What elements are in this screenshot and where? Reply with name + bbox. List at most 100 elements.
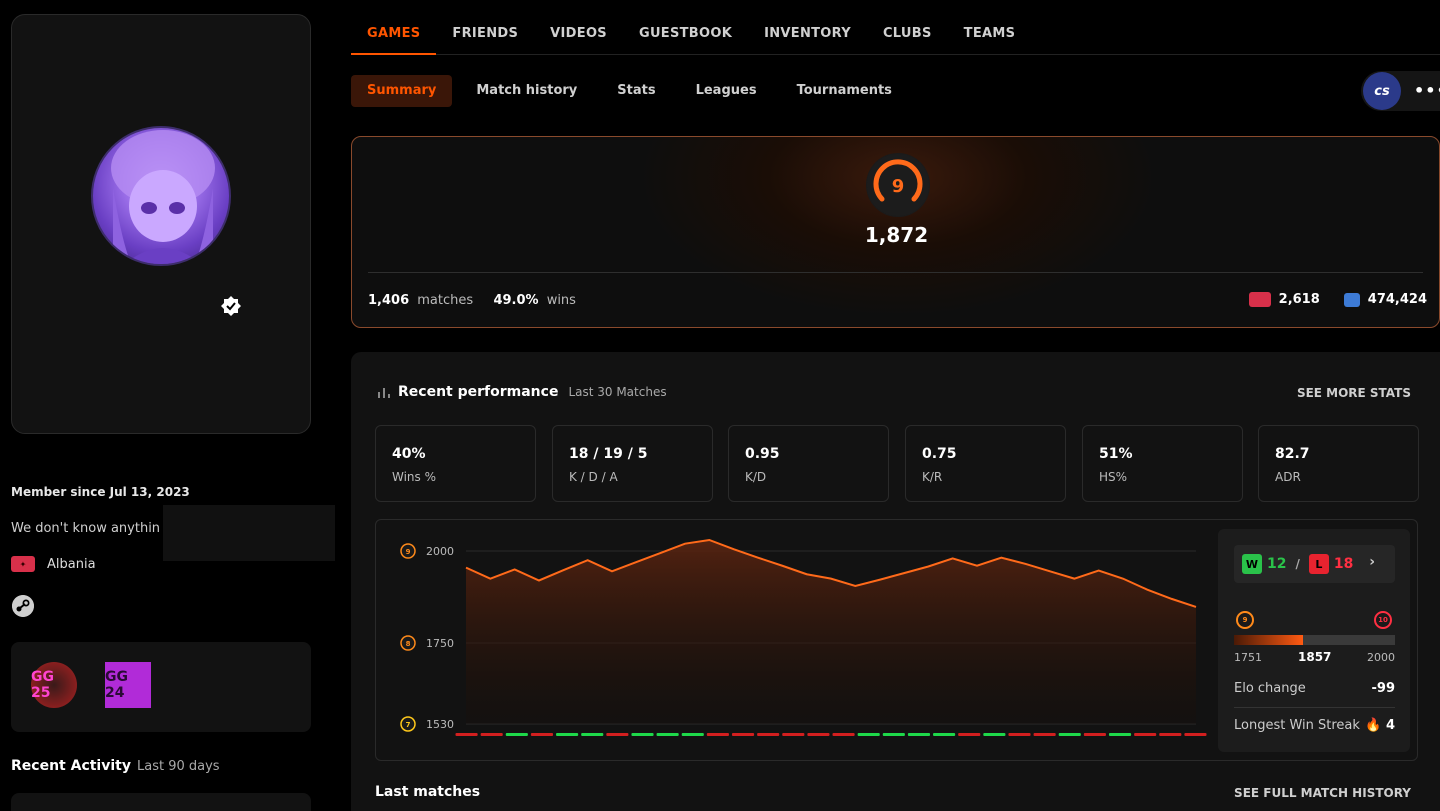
win-loss-summary[interactable]: W 12 / L 18 › [1234,545,1395,583]
last-matches-title: Last matches [375,784,481,800]
elo-change-value: -99 [1371,681,1396,696]
badge-gg24[interactable]: GG 24 [105,662,151,708]
country-name: Albania [47,556,96,572]
avatar-illustration [111,130,215,264]
elo-card: 9 1,872 1,406 matches 49.0% wins 2,618 4… [351,136,1440,328]
stat-value: 0.95 [745,446,780,462]
wl-separator: / [1295,557,1300,571]
steam-icon[interactable] [12,595,34,617]
match-loss-marker [782,733,805,736]
subtab-leagues[interactable]: Leagues [680,75,773,107]
subtab-match-history[interactable]: Match history [460,75,593,107]
world-rank[interactable]: 474,424 [1368,292,1427,307]
profile-card [11,14,311,434]
tab-guestbook[interactable]: GUESTBOOK [623,14,748,55]
match-loss-marker [731,733,755,736]
elo-divider [368,272,1423,273]
stat-label: ADR [1275,470,1301,484]
stat-label: K/D [745,470,767,484]
level-number: 9 [406,548,411,556]
match-loss-marker [1184,733,1207,736]
match-loss-marker [455,733,478,736]
range-min: 1751 [1234,651,1262,664]
stat-value: 18 / 19 / 5 [569,446,648,462]
elo-chart-container: 2000 9 1750 8 1530 7 W 12 / L 18 › 9 10 1751 [375,519,1418,761]
level-10-icon: 10 [1374,611,1392,629]
skill-level-number: 9 [892,176,905,197]
win-streak-row: Longest Win Streak 🔥 4 [1234,718,1395,733]
tab-videos[interactable]: VIDEOS [534,14,623,55]
more-options-icon[interactable]: ••• [1414,81,1440,100]
tab-friends[interactable]: FRIENDS [436,14,534,55]
level-progress-labels: 1751 1857 2000 [1234,650,1395,664]
match-loss-marker [958,733,981,736]
chart-side-panel: W 12 / L 18 › 9 10 1751 1857 2000 Elo ch… [1218,529,1410,752]
country-rank[interactable]: 2,618 [1279,292,1320,307]
stat-label: K/R [922,470,943,484]
rankings: 2,618 474,424 [1248,292,1427,307]
game-selector[interactable]: cs ••• [1361,71,1440,111]
level-progress-bar [1234,635,1395,645]
match-win-marker [1058,733,1081,736]
tab-clubs[interactable]: CLUBS [867,14,948,55]
stat-kr: 0.75 K/R [905,425,1066,502]
stat-value: 40% [392,446,426,462]
stat-value: 51% [1099,446,1133,462]
match-win-marker [983,733,1006,736]
subtab-summary[interactable]: Summary [351,75,453,107]
level-number: 7 [406,721,411,729]
country-rank-flag-icon [1248,292,1271,307]
performance-card: Recent performance Last 30 Matches SEE M… [351,352,1440,811]
stat-value: 82.7 [1275,446,1310,462]
elo-change-label: Elo change [1234,681,1306,696]
badges-card: GG 25 GG 24 [11,642,311,732]
stat-wins: 40% Wins % [375,425,536,502]
country-row: ✦ Albania [11,556,96,572]
range-current: 1857 [1298,650,1332,664]
stat-hs: 51% HS% [1082,425,1243,502]
stat-label: K / D / A [569,470,618,484]
see-more-stats-link[interactable]: SEE MORE STATS [1297,386,1411,400]
match-loss-marker [480,733,503,736]
cs-game-icon[interactable]: cs [1363,72,1401,110]
level-9-icon: 9 [1236,611,1254,629]
match-win-marker [681,733,704,736]
wins-label: wins [546,293,576,308]
fire-icon: 🔥 [1365,718,1382,733]
elo-stats: 1,406 matches 49.0% wins [368,293,576,308]
elo-history-chart[interactable]: 2000 9 1750 8 1530 7 [376,520,1216,762]
match-loss-marker [832,733,855,736]
tab-inventory[interactable]: INVENTORY [748,14,867,55]
match-win-marker [1108,733,1132,736]
badge-gg25[interactable]: GG 25 [31,662,77,708]
subtab-tournaments[interactable]: Tournaments [781,75,908,107]
performance-subtitle: Last 30 Matches [568,385,667,399]
losses-count: 18 [1333,556,1354,572]
match-loss-marker [1033,733,1056,736]
bar-chart-icon [378,388,390,398]
tab-teams[interactable]: TEAMS [948,14,1032,55]
match-win-marker [907,733,931,736]
winrate-value: 49.0% [493,293,539,308]
recent-activity-title: Recent Activity [11,758,131,774]
main-nav: GAMES FRIENDS VIDEOS GUESTBOOK INVENTORY… [351,14,1440,55]
avatar[interactable] [91,126,231,266]
match-win-marker [556,733,579,736]
win-streak-value: 🔥 4 [1365,718,1395,733]
elo-value: 1,872 [864,223,929,247]
tab-games[interactable]: GAMES [351,14,437,55]
stat-label: HS% [1099,470,1128,484]
match-loss-marker [1083,733,1106,736]
subtab-stats[interactable]: Stats [601,75,671,107]
recent-activity-range: Last 90 days [136,759,220,774]
match-loss-marker [1159,733,1182,736]
see-full-match-history-link[interactable]: SEE FULL MATCH HISTORY [1234,786,1411,800]
match-win-marker [505,733,528,736]
chevron-right-icon[interactable]: › [1369,554,1375,570]
match-loss-marker [706,733,729,736]
stat-value: 0.75 [922,446,957,462]
profile-page: Member since Jul 13, 2023 We don't know … [0,0,1440,811]
loss-badge: L [1308,554,1329,574]
match-loss-marker [757,733,780,736]
level-number: 8 [406,640,411,648]
